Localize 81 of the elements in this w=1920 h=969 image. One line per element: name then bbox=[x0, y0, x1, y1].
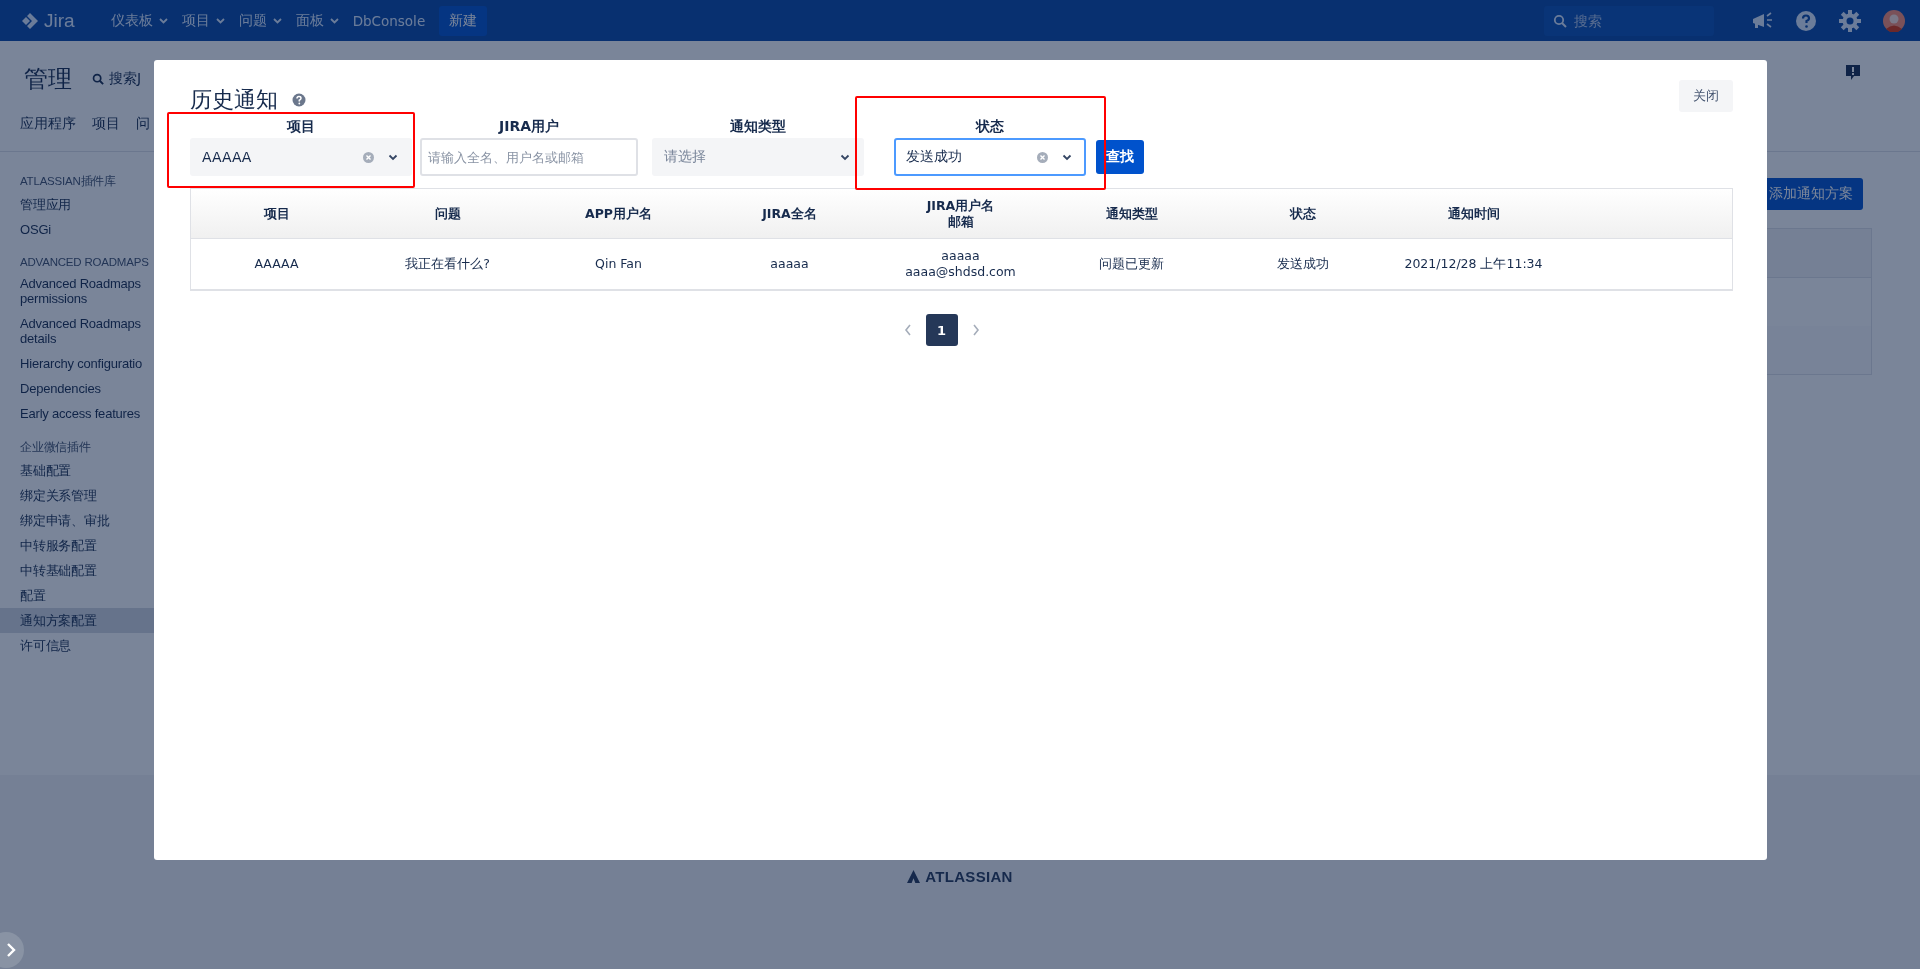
chevron-down-icon bbox=[272, 17, 282, 24]
atlassian-logo-icon bbox=[907, 869, 921, 883]
previous-page-icon[interactable] bbox=[903, 324, 912, 336]
chevron-down-icon bbox=[329, 17, 339, 24]
page-title: 管理 bbox=[24, 64, 72, 95]
sidebar-item[interactable]: 中转服务配置 bbox=[0, 533, 154, 558]
column-header: JIRA用户名邮箱 bbox=[925, 197, 996, 230]
clear-icon[interactable] bbox=[1037, 151, 1048, 163]
chevron-right-icon bbox=[6, 943, 16, 957]
sidebar-item[interactable]: 配置 bbox=[0, 583, 154, 608]
admin-tab[interactable]: 项目 bbox=[92, 115, 120, 133]
page-button[interactable]: 1 bbox=[925, 314, 958, 346]
column-header: 问题 bbox=[434, 205, 461, 222]
column-header: 项目 bbox=[263, 205, 290, 222]
admin-tab[interactable]: 问 bbox=[136, 115, 150, 133]
table-cell: AAAAA bbox=[254, 256, 299, 272]
sidebar-item[interactable]: Advanced Roadmaps details bbox=[0, 311, 154, 351]
chevron-down-icon bbox=[158, 17, 168, 24]
search-icon bbox=[92, 73, 104, 85]
sidebar-item[interactable]: Early access features bbox=[0, 401, 154, 426]
jira-logo-icon bbox=[20, 10, 40, 31]
nav-menu[interactable]: DbConsole bbox=[352, 12, 426, 29]
sidebar-item[interactable]: 许可信息 bbox=[0, 633, 154, 658]
nav-menu[interactable]: 问题 bbox=[238, 11, 282, 30]
filter-label: 状态 bbox=[974, 118, 1005, 136]
user-input-field[interactable]: 请输入全名、用户名或邮箱 bbox=[420, 138, 638, 176]
search-icon bbox=[1553, 13, 1567, 28]
chevron-down-icon bbox=[840, 153, 850, 161]
nav-menu[interactable]: 面板 bbox=[295, 11, 339, 30]
table-cell: Qin Fan bbox=[595, 256, 642, 272]
chevron-down-icon bbox=[1062, 153, 1072, 161]
sidebar-heading: 企业微信插件 bbox=[19, 440, 92, 455]
sidebar-heading: ATLASSIAN插件库 bbox=[19, 174, 118, 189]
select-field[interactable]: 发送成功 bbox=[894, 138, 1086, 176]
sidebar-item[interactable]: 绑定申请、审批 bbox=[0, 508, 154, 533]
sidebar-item[interactable]: 中转基础配置 bbox=[0, 558, 154, 583]
column-header: APP用户名 bbox=[585, 205, 652, 222]
table-cell: 发送成功 bbox=[1276, 256, 1329, 272]
sidebar-item[interactable]: 通知方案配置 bbox=[0, 608, 154, 633]
search-button[interactable]: 查找 bbox=[1096, 140, 1144, 174]
column-header: 通知类型 bbox=[1105, 205, 1158, 222]
table-cell: aaaaa bbox=[770, 256, 809, 272]
next-page-icon[interactable] bbox=[971, 324, 980, 336]
avatar-icon[interactable] bbox=[1882, 8, 1906, 33]
dialog-title: 历史通知 bbox=[190, 86, 278, 114]
admin-search-link[interactable]: 搜索J bbox=[92, 70, 142, 88]
table-cell: 2021/12/28 上午11:34 bbox=[1404, 256, 1543, 272]
settings-icon[interactable] bbox=[1838, 8, 1862, 33]
filter-label: JIRA用户 bbox=[497, 118, 560, 136]
sidebar-item[interactable]: 管理应用 bbox=[0, 192, 154, 217]
sidebar-item[interactable]: 基础配置 bbox=[0, 458, 154, 483]
create-button[interactable]: 新建 bbox=[439, 5, 488, 36]
table-cell: 问题已更新 bbox=[1099, 256, 1164, 272]
atlassian-logo: ATLASSIAN bbox=[907, 867, 1013, 885]
column-header: JIRA全名 bbox=[762, 205, 817, 222]
sidebar-item[interactable]: Hierarchy configuratio bbox=[0, 351, 154, 376]
column-header: 通知时间 bbox=[1447, 205, 1500, 222]
column-header: 状态 bbox=[1289, 205, 1316, 222]
help-icon[interactable] bbox=[1794, 8, 1818, 33]
sidebar-heading: ADVANCED ROADMAPS bbox=[19, 256, 150, 268]
select-field[interactable]: 请选择 bbox=[652, 138, 864, 176]
filter-label: 项目 bbox=[285, 118, 316, 136]
table-cell: aaaaa aaaa@shdsd.com bbox=[905, 248, 1016, 280]
chevron-down-icon bbox=[215, 17, 225, 24]
filter-label: 通知类型 bbox=[729, 118, 787, 136]
search-field[interactable]: 搜索 bbox=[1544, 5, 1714, 36]
chevron-down-icon bbox=[388, 153, 398, 161]
table-cell: 我正在看什么? bbox=[405, 256, 490, 272]
select-field[interactable]: AAAAA bbox=[190, 138, 412, 176]
help-icon[interactable] bbox=[292, 93, 306, 107]
clear-icon[interactable] bbox=[363, 151, 374, 163]
close-button[interactable]: 关闭 bbox=[1679, 80, 1733, 112]
sidebar-item[interactable]: Advanced Roadmaps permissions bbox=[0, 271, 154, 311]
sidebar-item[interactable]: OSGi bbox=[0, 217, 154, 242]
nav-menu[interactable]: 仪表板 bbox=[110, 11, 168, 30]
sidebar-item[interactable]: Dependencies bbox=[0, 376, 154, 401]
admin-tab[interactable]: 应用程序 bbox=[20, 115, 76, 133]
nav-menu[interactable]: 项目 bbox=[181, 11, 225, 30]
jira-logo[interactable]: Jira bbox=[20, 9, 75, 32]
feedback-icon[interactable] bbox=[1844, 63, 1862, 81]
sidebar-item[interactable]: 绑定关系管理 bbox=[0, 483, 154, 508]
